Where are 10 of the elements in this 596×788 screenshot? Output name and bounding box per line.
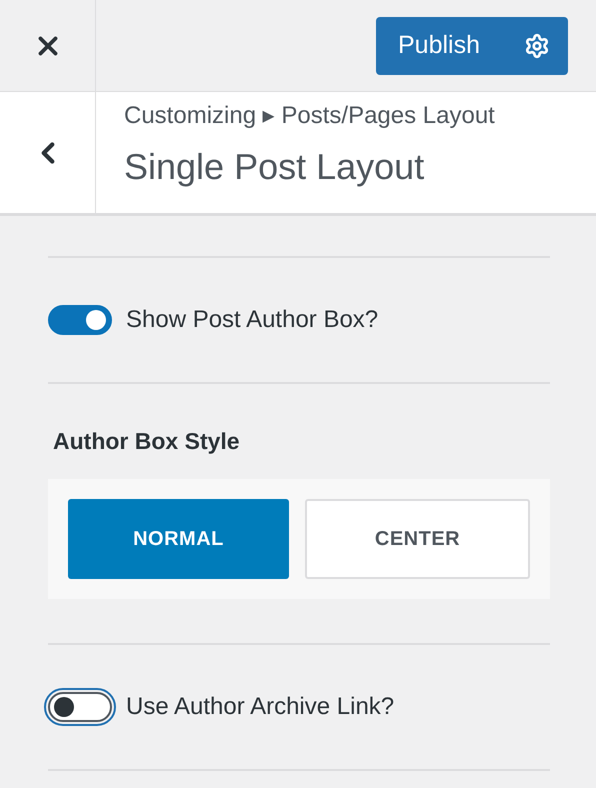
style-option[interactable]: NORMAL	[68, 498, 289, 578]
style-option[interactable]: CENTER	[305, 498, 530, 578]
settings-icon	[524, 32, 550, 58]
publish-button[interactable]: Publish	[376, 16, 568, 74]
breadcrumb: Customizing ▸ Posts/Pages Layout	[124, 101, 495, 131]
setting-title: Author Box Style	[52, 427, 241, 456]
section-title: Single Post Layout	[124, 145, 426, 189]
toggle-label: Use Author Archive Link?	[126, 692, 394, 722]
toggle-switch[interactable]	[48, 305, 112, 335]
toggle-label: Show Post Author Box?	[126, 305, 378, 335]
